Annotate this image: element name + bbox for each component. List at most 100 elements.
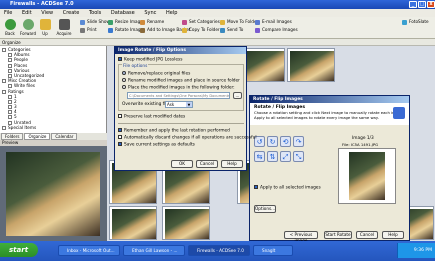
- taskbar-item[interactable]: Inbox - Microsoft Out...: [58, 245, 120, 256]
- back-button[interactable]: Back: [2, 19, 18, 36]
- printer-icon: [80, 27, 85, 33]
- taskbar-item[interactable]: Ethan Gill Lawson - ...: [123, 245, 185, 256]
- send-icon: [220, 27, 225, 33]
- flip-vertical-icon[interactable]: ⇅: [267, 151, 278, 162]
- browse-folder-button[interactable]: ...: [233, 92, 242, 99]
- taskbar-item[interactable]: SnagIt: [253, 245, 293, 256]
- rotate-icon: [108, 27, 113, 33]
- set-categories-button[interactable]: Set Categories: [182, 18, 220, 25]
- send-to-button[interactable]: Send To: [220, 26, 243, 33]
- overwrite-select[interactable]: Ask ▼: [165, 101, 193, 108]
- help-button[interactable]: Help: [221, 160, 243, 168]
- move-folder-icon: [220, 19, 225, 25]
- save-defaults-checkbox[interactable]: Save current settings as defaults: [118, 142, 195, 148]
- menu-bar: File Edit View Create Tools Database Syn…: [0, 9, 435, 17]
- tab-folders[interactable]: Folders: [1, 133, 24, 140]
- compare-images-button[interactable]: Compare Images: [255, 26, 298, 33]
- close-button[interactable]: x: [427, 1, 435, 8]
- radio-rename-modified[interactable]: Rename modified images and place in sour…: [122, 78, 240, 84]
- title-bar: Firewalls - ACDSee 7.0 _ □ x: [0, 0, 435, 9]
- ok-button[interactable]: OK: [171, 160, 193, 168]
- copy-to-folder-button[interactable]: Copy To Folder: [182, 26, 220, 33]
- slide-show-button[interactable]: Slide Show: [80, 18, 110, 25]
- remember-rotate-checkbox[interactable]: Remember and apply the last rotation per…: [118, 128, 230, 134]
- radio-replace-original[interactable]: Remove/replace original files: [122, 71, 190, 77]
- rename-button[interactable]: Rename: [140, 18, 164, 25]
- thumbnail[interactable]: [287, 48, 335, 82]
- rotate-180-icon[interactable]: ⟲: [280, 136, 291, 147]
- categories-icon: [182, 19, 187, 25]
- tab-calendar[interactable]: Calendar: [51, 133, 78, 140]
- flip-diagonal-icon[interactable]: ⤢: [280, 151, 291, 162]
- menu-sync[interactable]: Sync: [144, 10, 156, 16]
- flip-other-icon[interactable]: ⤡: [293, 151, 304, 162]
- thumbnail[interactable]: [162, 206, 210, 240]
- options-dialog-title: Image Rotate / Flip Options: [115, 47, 246, 54]
- thumbnail[interactable]: [109, 206, 157, 240]
- rotate-flip-dialog: Rotate / Flip Images Rotate / Flip Image…: [249, 95, 410, 243]
- rotate-wizard-icon: [393, 107, 405, 119]
- rotate-options-dialog: Image Rotate / Flip Options Keep modifie…: [114, 46, 257, 171]
- file-options-group: File options Remove/replace original fil…: [118, 64, 244, 111]
- forward-arrow-icon: [22, 19, 34, 30]
- fotoslate-icon: [402, 19, 407, 25]
- start-button[interactable]: start: [0, 243, 38, 257]
- slideshow-icon: [80, 19, 85, 25]
- basket-icon: [140, 27, 145, 33]
- start-rotate-button[interactable]: Start Rotate: [324, 231, 352, 239]
- maximize-button[interactable]: □: [418, 1, 426, 8]
- file-info: File: IC5A 1491.JPG: [342, 142, 379, 147]
- rotate-none-icon[interactable]: ↷: [293, 136, 304, 147]
- rotate-cancel-button[interactable]: Cancel: [356, 231, 378, 239]
- rotate-help-button[interactable]: Help: [382, 231, 404, 239]
- compare-icon: [255, 27, 260, 33]
- rotate-right-icon[interactable]: ↻: [267, 136, 278, 147]
- menu-database[interactable]: Database: [111, 10, 135, 16]
- camera-icon: [58, 19, 70, 30]
- organize-header: Organize: [0, 39, 435, 46]
- sidebar-tabs: Folders Organize Calendar: [0, 133, 107, 140]
- menu-tools[interactable]: Tools: [89, 10, 101, 16]
- preview-image: [6, 152, 100, 236]
- resize-icon: [108, 19, 113, 25]
- cancel-button[interactable]: Cancel: [196, 160, 218, 168]
- menu-edit[interactable]: Edit: [22, 10, 32, 16]
- menu-help[interactable]: Help: [166, 10, 177, 16]
- menu-file[interactable]: File: [4, 10, 12, 16]
- previous-image-button[interactable]: < Previous image: [284, 231, 318, 243]
- rotate-options-button[interactable]: Options...: [254, 205, 276, 213]
- apply-all-checkbox[interactable]: Apply to all selected images: [254, 185, 321, 191]
- email-images-button[interactable]: E-mail Images: [255, 18, 292, 25]
- tab-organize[interactable]: Organize: [24, 133, 51, 140]
- rotate-dialog-title: Rotate / Flip Images: [250, 96, 409, 103]
- preview-pane: Preview: [0, 140, 107, 241]
- window-title: Firewalls - ACDSee 7.0: [10, 1, 74, 7]
- keep-lossless-checkbox[interactable]: Keep modified JPG Lossless: [118, 57, 182, 63]
- toolbar: Back Forward Up Acquire Slide Show Print…: [0, 17, 435, 39]
- category-row[interactable]: Special Items: [2, 125, 104, 130]
- acquire-button[interactable]: Acquire: [55, 19, 73, 36]
- print-button[interactable]: Print: [80, 26, 97, 33]
- chevron-down-icon: ▼: [186, 102, 192, 107]
- back-arrow-icon: [4, 19, 16, 30]
- fotoslate-button[interactable]: FotoSlate: [402, 18, 429, 25]
- clock: 9:36 PM: [413, 248, 432, 253]
- up-button[interactable]: Up: [38, 19, 52, 36]
- taskbar-item[interactable]: Firewalls - ACDSee 7.0: [188, 245, 250, 256]
- move-to-folder-button[interactable]: Move To Folder: [220, 18, 258, 25]
- radio-place-in-folder[interactable]: Place the modified images in the followi…: [122, 85, 235, 91]
- flip-horizontal-icon[interactable]: ⇆: [254, 151, 265, 162]
- email-icon: [255, 19, 260, 25]
- minimize-button[interactable]: _: [409, 1, 417, 8]
- folder-up-icon: [39, 19, 51, 30]
- menu-view[interactable]: View: [41, 10, 53, 16]
- auto-discard-checkbox[interactable]: Automatically discard changes if all ope…: [118, 135, 257, 141]
- forward-button[interactable]: Forward: [19, 19, 37, 36]
- rotate-dialog-header: Rotate / Flip Images Choose a rotation s…: [250, 103, 409, 125]
- rotate-preview-image: [349, 152, 385, 200]
- system-tray: 9:36 PM: [397, 243, 435, 258]
- divider: [118, 123, 244, 124]
- menu-create[interactable]: Create: [63, 10, 80, 16]
- folder-path-input[interactable]: C:\Documents and Settings\One Parsons\My…: [127, 92, 230, 99]
- preserve-date-checkbox[interactable]: Preserve last modified dates: [118, 114, 185, 120]
